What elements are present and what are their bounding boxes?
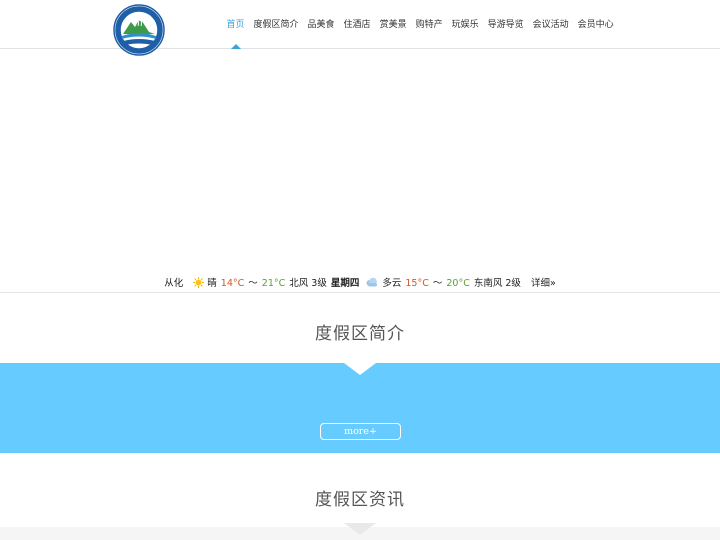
intro-more-button[interactable]: more+ (320, 423, 401, 440)
site-header: 首页 度假区简介 品美食 住酒店 赏美景 购特产 玩娱乐 导游导览 会议活动 会… (0, 0, 720, 56)
cloud-icon (366, 277, 378, 287)
weather-divider (0, 292, 720, 293)
weather-today-low: 14°C (220, 278, 245, 289)
nav-item-home[interactable]: 首页 (227, 0, 245, 49)
nav-label: 会议活动 (532, 20, 569, 30)
weather-next-low: 15°C (405, 278, 429, 289)
weather-bar: 从化 晴 14°C ～ 21°C 北风 3级 星期四 多云 15°C ～ 20°C 东南… (0, 272, 720, 292)
intro-notch (344, 363, 376, 375)
nav-label: 玩娱乐 (451, 20, 479, 30)
weather-next-high: 20°C (446, 278, 470, 289)
weather-today-sep: ～ (248, 278, 258, 289)
nav-item-shopping[interactable]: 购特产 (416, 0, 443, 49)
nav-label: 导游导览 (487, 20, 524, 30)
resort-logo-icon (113, 4, 165, 56)
nav-label: 度假区简介 (253, 20, 299, 30)
news-section-title: 度假区资讯 (315, 490, 405, 510)
weather-today-high: 21°C (261, 278, 286, 289)
weather-next-day: 星期四 (330, 278, 360, 289)
nav-item-member[interactable]: 会员中心 (578, 0, 614, 49)
nav-label: 会员中心 (577, 20, 614, 30)
intro-section-title: 度假区简介 (315, 324, 405, 344)
nav-item-entertainment[interactable]: 玩娱乐 (452, 0, 479, 49)
resort-logo[interactable] (113, 4, 165, 56)
sun-icon (193, 276, 205, 288)
nav-item-events[interactable]: 会议活动 (533, 0, 569, 49)
weather-detail-link[interactable]: 详细» (531, 275, 556, 289)
nav-item-scenery[interactable]: 赏美景 (380, 0, 407, 49)
main-nav: 首页 度假区简介 品美食 住酒店 赏美景 购特产 玩娱乐 导游导览 会议活动 会… (222, 0, 618, 49)
weather-today-condition: 晴 (207, 278, 217, 289)
nav-label: 首页 (226, 20, 245, 30)
nav-label: 住酒店 (343, 20, 371, 30)
weather-today-wind: 北风 3级 (289, 278, 327, 289)
weather-city: 从化 (164, 278, 184, 289)
nav-item-hotel[interactable]: 住酒店 (344, 0, 371, 49)
nav-label: 购特产 (415, 20, 443, 30)
nav-item-guide[interactable]: 导游导览 (488, 0, 524, 49)
weather-next-condition: 多云 (382, 278, 402, 289)
weather-next-wind: 东南风 2级 (473, 278, 521, 289)
nav-label: 赏美景 (379, 20, 407, 30)
nav-item-food[interactable]: 品美食 (308, 0, 335, 49)
weather-next-sep: ～ (432, 278, 443, 289)
nav-item-intro[interactable]: 度假区简介 (254, 0, 299, 49)
active-indicator (230, 44, 241, 49)
nav-label: 品美食 (307, 20, 335, 30)
news-notch (344, 523, 376, 535)
